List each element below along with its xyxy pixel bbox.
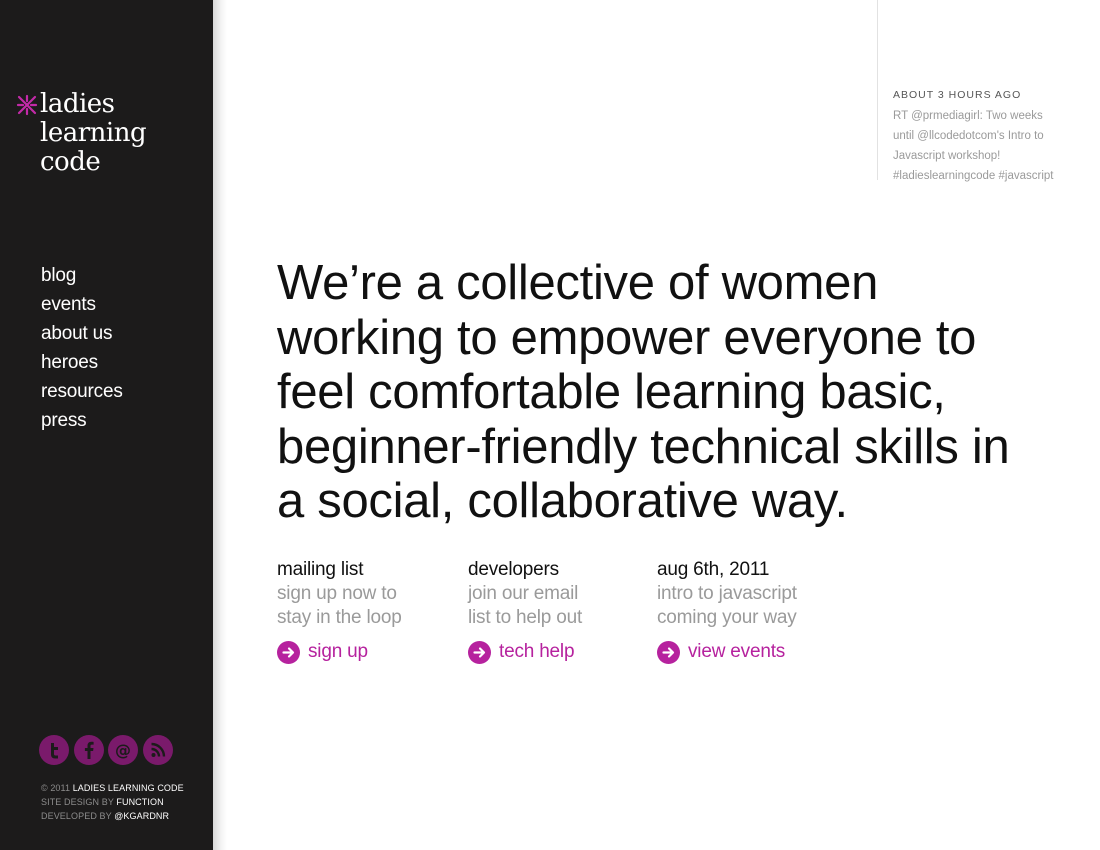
promo-title: aug 6th, 2011	[657, 559, 770, 580]
nav-item-events[interactable]: events	[41, 290, 123, 319]
credit-line: DEVELOPED BY @KGARDNR	[41, 809, 184, 823]
headline-line: feel comfortable learning basic,	[277, 365, 946, 419]
designer-link[interactable]: FUNCTION	[116, 797, 163, 807]
main-nav: blog events about us heroes resources pr…	[41, 261, 123, 435]
site-logo[interactable]: ladies learning code	[16, 90, 186, 180]
promo-description-line: coming your way	[657, 607, 797, 628]
headline-line: We’re a collective of women	[277, 256, 879, 310]
promo-description-line: list to help out	[468, 607, 583, 628]
nav-item-about-us[interactable]: about us	[41, 319, 123, 348]
facebook-icon[interactable]	[74, 735, 104, 765]
promo-description: sign up now to stay in the loop	[277, 582, 402, 630]
sidebar: ladies learning code blog events about u…	[0, 0, 213, 850]
promo-description: intro to javascript coming your way	[657, 582, 797, 630]
nav-item-press[interactable]: press	[41, 406, 123, 435]
headline-line: a social, collaborative way.	[277, 474, 848, 528]
logo-line: code	[40, 147, 101, 177]
promo-description-line: sign up now to	[277, 583, 397, 604]
at-icon[interactable]: @	[108, 735, 138, 765]
tweet-line: Javascript workshop!	[893, 150, 1001, 162]
credit-label: SITE DESIGN BY	[41, 797, 114, 807]
headline-line: beginner-friendly technical skills in	[277, 419, 1010, 474]
credit-label: DEVELOPED BY	[41, 811, 112, 821]
svg-text:@: @	[115, 741, 131, 760]
credit-line: SITE DESIGN BY FUNCTION	[41, 795, 184, 809]
credit-label: © 2011	[41, 783, 71, 793]
credit-line: © 2011 LADIES LEARNING CODE	[41, 781, 184, 795]
tech-help-label: tech help	[499, 641, 575, 662]
promo-developers: developers join our email list to help o…	[468, 558, 582, 664]
sidebar-shadow	[213, 0, 227, 850]
rss-icon[interactable]	[143, 735, 173, 765]
site-credits: © 2011 LADIES LEARNING CODE SITE DESIGN …	[41, 781, 184, 823]
promo-description-line: join our email	[468, 583, 579, 604]
promo-title: mailing list	[277, 559, 364, 580]
arrow-right-icon	[468, 641, 491, 664]
nav-item-blog[interactable]: blog	[41, 261, 123, 290]
promo-description: join our email list to help out	[468, 582, 582, 630]
promo-description-line: stay in the loop	[277, 607, 402, 628]
arrow-right-icon	[657, 641, 680, 664]
logo-wordmark: ladies learning code	[40, 89, 147, 177]
logo-line: ladies	[40, 89, 115, 119]
tweet-divider	[877, 0, 878, 180]
asterisk-x-icon	[16, 94, 38, 116]
promo-description-line: intro to javascript	[657, 583, 797, 604]
headline-line: working to empower everyone to	[277, 310, 977, 365]
tweet-timestamp[interactable]: ABOUT 3 HOURS AGO	[893, 89, 1021, 101]
twitter-icon[interactable]	[39, 735, 69, 765]
nav-item-heroes[interactable]: heroes	[41, 348, 123, 377]
promo-mailing-list: mailing list sign up now to stay in the …	[277, 558, 402, 664]
view-events-label: view events	[688, 641, 786, 662]
developer-link[interactable]: @KGARDNR	[114, 811, 169, 821]
tweet-line: #ladieslearningcode #javascript	[893, 170, 1054, 182]
tweet-line: RT @prmediagirl: Two weeks	[893, 110, 1043, 122]
mission-statement: We’re a collective of women working to e…	[277, 256, 1057, 529]
latest-tweet: RT @prmediagirl: Two weeks until @llcode…	[893, 106, 1093, 186]
sign-up-label: sign up	[308, 641, 368, 662]
promo-title: developers	[468, 559, 559, 580]
promo-event: aug 6th, 2011 intro to javascript coming…	[657, 558, 797, 664]
credit-value: LADIES LEARNING CODE	[72, 783, 184, 793]
tweet-line: until @llcodedotcom's Intro to	[893, 130, 1044, 142]
logo-line: learning	[40, 118, 147, 148]
arrow-right-icon	[277, 641, 300, 664]
nav-item-resources[interactable]: resources	[41, 377, 123, 406]
